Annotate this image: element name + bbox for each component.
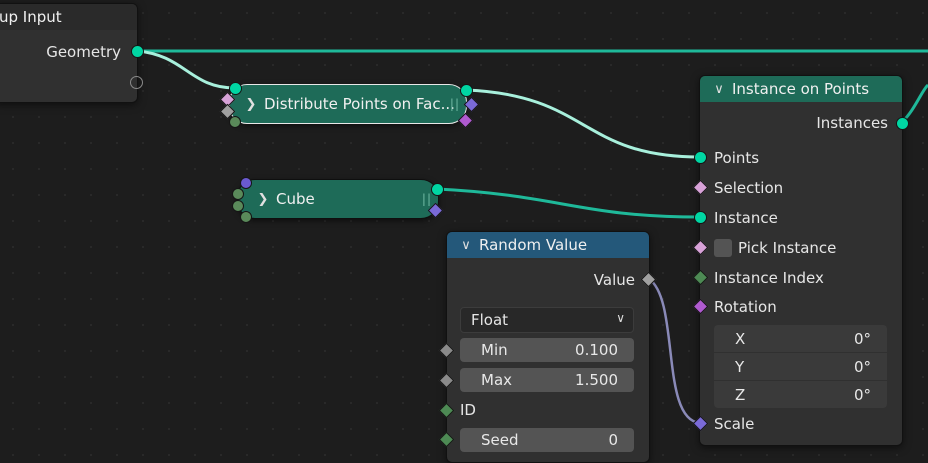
rotation-z-value: 0° xyxy=(853,385,871,404)
instance-on-points-title: Instance on Points xyxy=(732,80,870,98)
cube-title: Cube xyxy=(276,190,315,208)
points-input-socket[interactable] xyxy=(694,151,707,164)
distribute-points-output-socket[interactable] xyxy=(460,84,473,97)
instance-input-label: Instance xyxy=(714,209,778,227)
rotation-input-label: Rotation xyxy=(714,298,777,316)
instances-output-row: Instances xyxy=(816,111,888,135)
max-label: Max xyxy=(481,371,513,389)
instance-index-input-label: Instance Index xyxy=(714,269,824,287)
random-value-node[interactable]: ∨ Random Value Value Float ∨ Min 0.100 M… xyxy=(446,231,650,463)
cube-mesh-output-socket[interactable] xyxy=(431,183,444,196)
seed-field[interactable]: Seed 0 xyxy=(460,428,634,452)
chevron-down-icon: ∨ xyxy=(616,311,625,325)
pick-instance-row[interactable]: Pick Instance xyxy=(714,236,836,260)
instance-on-points-node[interactable]: ∨ Instance on Points Instances Points Se… xyxy=(699,75,903,446)
value-output-label: Value xyxy=(593,271,635,289)
rotation-y-field[interactable]: Y 0° xyxy=(714,353,887,380)
group-input-geometry-row: Geometry xyxy=(46,40,121,64)
geometry-output-label: Geometry xyxy=(46,43,121,61)
instance-index-input-row: Instance Index xyxy=(714,266,824,290)
min-value: 0.100 xyxy=(575,341,618,359)
rotation-x-value: 0° xyxy=(853,329,871,348)
instances-output-label: Instances xyxy=(816,114,888,132)
group-input-title: up Input xyxy=(0,8,62,26)
points-input-row: Points xyxy=(714,146,759,170)
selection-input-row: Selection xyxy=(714,176,783,200)
min-label: Min xyxy=(481,341,508,359)
instances-output-socket[interactable] xyxy=(896,117,909,130)
wire-cube-to-instance xyxy=(436,187,701,219)
empty-output-socket[interactable] xyxy=(130,76,143,89)
seed-label: Seed xyxy=(481,431,519,449)
seed-value: 0 xyxy=(608,431,618,449)
data-type-value: Float xyxy=(471,311,509,329)
rotation-fields: X 0° Y 0° Z 0° xyxy=(714,325,887,408)
rotation-y-value: 0° xyxy=(853,357,871,376)
wire-geometry-to-distribute xyxy=(136,49,236,90)
rotation-input-row: Rotation xyxy=(714,295,777,319)
selection-input-label: Selection xyxy=(714,179,784,197)
id-input-label: ID xyxy=(460,401,476,419)
rotation-x-label: X xyxy=(735,329,746,348)
grip-icon[interactable]: || xyxy=(422,192,432,206)
group-input-node[interactable]: up Input Geometry xyxy=(0,3,138,103)
chevron-down-icon[interactable]: ∨ xyxy=(712,82,726,97)
max-field[interactable]: Max 1.500 xyxy=(460,368,634,392)
instance-input-socket[interactable] xyxy=(694,211,707,224)
data-type-dropdown[interactable]: Float ∨ xyxy=(460,307,634,333)
distribute-points-node[interactable]: ❯ Distribute Points on Fac... || xyxy=(229,84,467,124)
wire-value-to-scale xyxy=(648,277,701,425)
pick-instance-checkbox[interactable] xyxy=(714,239,732,257)
distribute-points-title: Distribute Points on Fac... xyxy=(264,95,455,113)
instance-input-row: Instance xyxy=(714,206,778,230)
id-input-row: ID xyxy=(460,398,476,422)
group-input-header[interactable]: up Input xyxy=(0,4,137,30)
random-value-title: Random Value xyxy=(479,236,588,254)
chevron-down-icon[interactable]: ∨ xyxy=(459,238,473,253)
min-field[interactable]: Min 0.100 xyxy=(460,338,634,362)
chevron-right-icon[interactable]: ❯ xyxy=(244,97,258,112)
cube-vertices-input-socket[interactable] xyxy=(240,211,252,223)
rotation-z-label: Z xyxy=(735,385,746,404)
rotation-z-field[interactable]: Z 0° xyxy=(714,381,887,408)
rotation-x-field[interactable]: X 0° xyxy=(714,325,887,352)
cube-vertices-input-socket[interactable] xyxy=(232,188,244,200)
chevron-right-icon[interactable]: ❯ xyxy=(256,192,270,207)
rotation-y-label: Y xyxy=(735,357,745,376)
cube-node[interactable]: ❯ Cube || xyxy=(237,179,439,219)
cube-size-input-socket[interactable] xyxy=(240,177,252,189)
pick-instance-label: Pick Instance xyxy=(738,239,837,257)
instance-on-points-header[interactable]: ∨ Instance on Points xyxy=(700,76,902,102)
max-value: 1.500 xyxy=(575,371,618,389)
geometry-output-socket[interactable] xyxy=(131,45,144,58)
value-output-row: Value xyxy=(594,268,635,292)
wire-points xyxy=(465,88,701,159)
wire-instances-out xyxy=(900,83,928,124)
grip-icon[interactable]: || xyxy=(450,97,460,111)
distribute-seed-input-socket[interactable] xyxy=(229,116,241,128)
scale-input-row: Scale xyxy=(714,412,754,436)
scale-input-label: Scale xyxy=(714,415,755,433)
cube-vertices-input-socket[interactable] xyxy=(232,200,244,212)
points-input-label: Points xyxy=(714,149,760,167)
distribute-mesh-input-socket[interactable] xyxy=(229,82,242,95)
random-value-header[interactable]: ∨ Random Value xyxy=(447,232,649,258)
